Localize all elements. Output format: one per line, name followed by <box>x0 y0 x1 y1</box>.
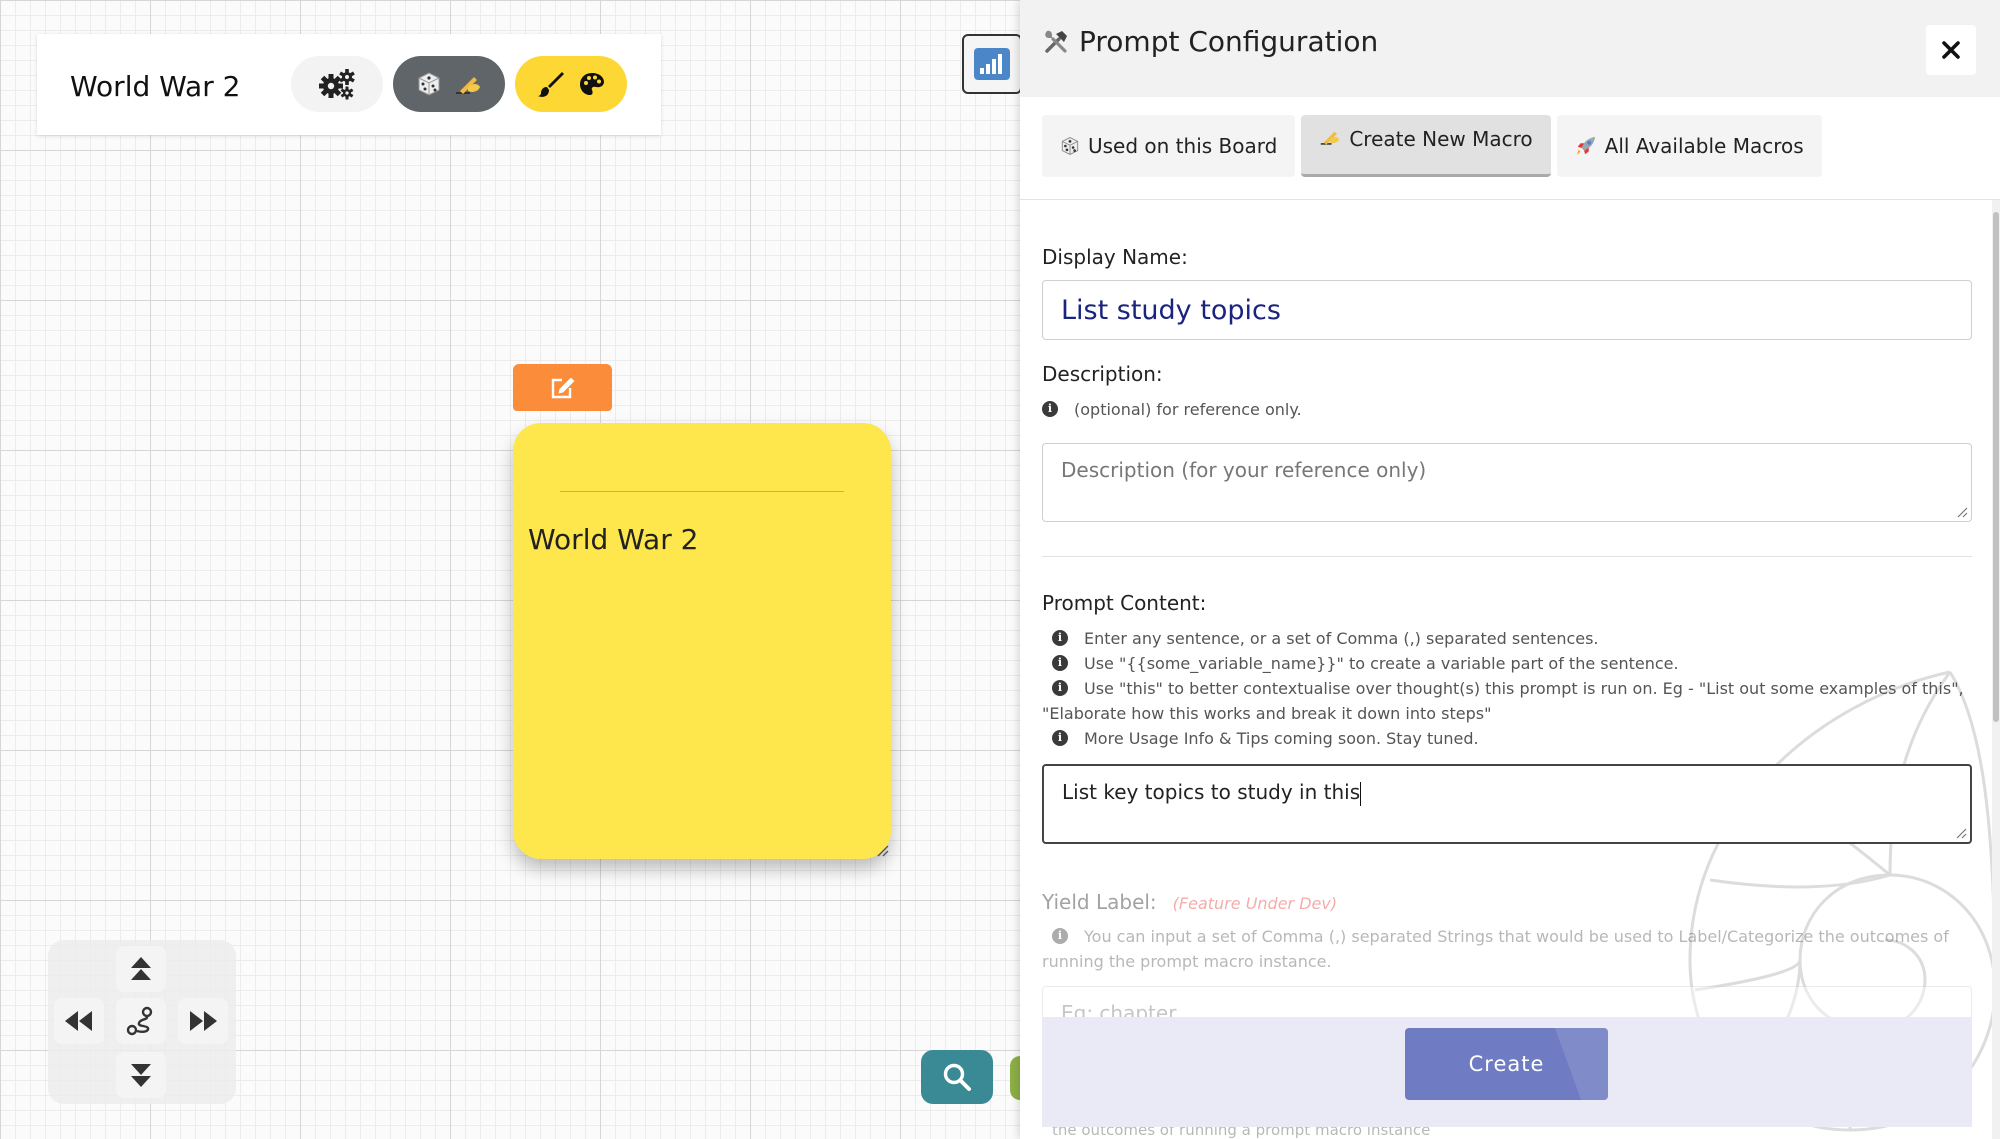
feature-under-dev-badge: (Feature Under Dev) <box>1172 894 1338 913</box>
macro-tabs: Used on this Board Create New Macro All … <box>1042 115 1822 177</box>
pan-right-button[interactable] <box>178 998 228 1044</box>
description-textarea[interactable]: Description (for your reference only) <box>1042 443 1972 522</box>
info-icon: i <box>1052 730 1068 746</box>
fast-forward-icon <box>190 1011 217 1031</box>
settings-button[interactable] <box>291 56 383 112</box>
route-icon <box>126 1006 153 1036</box>
signal-bars-icon <box>974 48 1010 80</box>
note-divider <box>560 491 844 492</box>
paint-brush-icon <box>538 72 564 97</box>
info-icon: i <box>1052 680 1068 696</box>
panel-scrollbar-thumb[interactable] <box>1993 212 1999 722</box>
search-button[interactable] <box>921 1050 993 1104</box>
panel-header: Prompt Configuration <box>1020 0 2000 97</box>
yield-label-row: Yield Label: (Feature Under Dev) <box>1042 890 1337 914</box>
info-icon: i <box>1052 630 1068 646</box>
thought-note-card[interactable]: World War 2 <box>513 423 891 859</box>
text-cursor <box>1360 781 1362 806</box>
macros-button[interactable] <box>393 56 505 112</box>
description-hint-text: (optional) for reference only. <box>1074 400 1302 419</box>
recenter-button[interactable] <box>116 998 166 1044</box>
yield-label: Yield Label: <box>1042 890 1157 914</box>
board-toolbar: World War 2 <box>37 34 661 135</box>
prompt-hint-text: Use "{{some_variable_name}}" to create a… <box>1084 654 1679 673</box>
tab-create-new-macro[interactable]: Create New Macro <box>1301 115 1551 177</box>
rocket-icon <box>1576 136 1595 156</box>
prompt-hint-text: Use "this" to better contextualise over … <box>1042 679 1964 723</box>
prompt-content-label: Prompt Content: <box>1042 591 1207 615</box>
panel-title-text: Prompt Configuration <box>1079 25 1379 58</box>
panel-footer: Create <box>1042 1017 1972 1127</box>
stats-button[interactable] <box>962 34 1022 94</box>
yield-hint: i You can input a set of Comma (,) separ… <box>1042 924 1972 974</box>
description-label: Description: <box>1042 362 1163 386</box>
edit-icon <box>551 377 574 398</box>
prompt-hint-text: Enter any sentence, or a set of Comma (,… <box>1084 629 1599 648</box>
close-icon <box>1942 41 1960 59</box>
palette-icon <box>580 73 604 95</box>
edit-note-button[interactable] <box>513 364 612 411</box>
pan-left-button[interactable] <box>54 998 104 1044</box>
panel-title: Prompt Configuration <box>1043 25 1378 58</box>
search-icon <box>943 1063 971 1091</box>
note-title: World War 2 <box>528 523 699 556</box>
dice-icon <box>1061 137 1079 155</box>
pan-up-button[interactable] <box>116 946 166 992</box>
display-name-input[interactable]: List study topics <box>1042 280 1972 340</box>
description-hint: i (optional) for reference only. <box>1042 397 1972 422</box>
tabs-divider <box>1020 199 2000 200</box>
section-divider <box>1042 556 1972 557</box>
pan-down-button[interactable] <box>116 1052 166 1098</box>
dice-icon <box>418 72 440 96</box>
tab-label: Used on this Board <box>1088 134 1278 158</box>
info-icon: i <box>1052 655 1068 671</box>
board-title: World War 2 <box>70 70 241 103</box>
writing-hand-icon <box>456 77 480 94</box>
prompt-hint-text: More Usage Info & Tips coming soon. Stay… <box>1084 729 1479 748</box>
info-icon: i <box>1042 401 1058 417</box>
gears-icon <box>319 69 355 100</box>
prompt-content-textarea[interactable]: List key topics to study in this <box>1042 764 1972 844</box>
tab-label: Create New Macro <box>1349 127 1533 151</box>
info-icon: i <box>1052 928 1068 944</box>
fast-backward-icon <box>65 1011 92 1031</box>
prompt-content-value: List key topics to study in this <box>1062 780 1361 804</box>
hammer-wrench-icon <box>1045 30 1067 53</box>
prompt-configuration-panel: Prompt Configuration Used on this Board <box>1020 0 2000 1139</box>
double-chevron-down-icon <box>131 1064 151 1087</box>
close-panel-button[interactable] <box>1926 25 1976 75</box>
display-name-label: Display Name: <box>1042 245 1188 269</box>
resize-handle-icon[interactable] <box>875 843 889 857</box>
theme-button[interactable] <box>515 56 627 112</box>
prompt-content-hints: i Enter any sentence, or a set of Comma … <box>1042 626 1972 751</box>
tab-used-on-this-board[interactable]: Used on this Board <box>1042 115 1296 177</box>
navigation-pad <box>48 940 236 1104</box>
writing-hand-icon <box>1321 131 1340 145</box>
textarea-resize-icon[interactable] <box>1955 827 1967 839</box>
double-chevron-up-icon <box>131 957 151 980</box>
tab-all-available-macros[interactable]: All Available Macros <box>1556 115 1822 177</box>
description-placeholder: Description (for your reference only) <box>1061 458 1427 482</box>
tab-label: All Available Macros <box>1604 134 1804 158</box>
yield-hint-text: You can input a set of Comma (,) separat… <box>1042 927 1949 971</box>
textarea-resize-icon[interactable] <box>1956 506 1968 518</box>
create-button[interactable]: Create <box>1405 1028 1608 1100</box>
